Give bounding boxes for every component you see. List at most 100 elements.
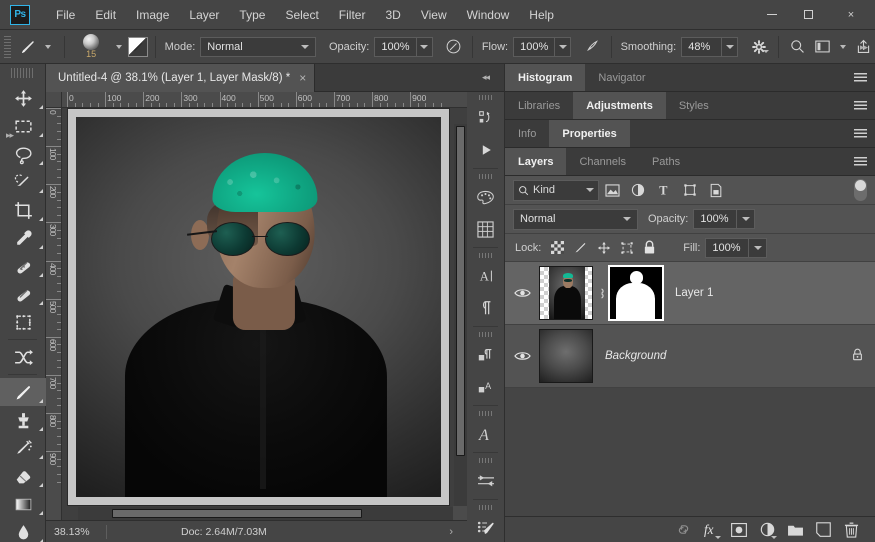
lock-all-icon[interactable] bbox=[638, 238, 661, 258]
tab-histogram[interactable]: Histogram bbox=[505, 64, 586, 91]
layer-opacity-input[interactable]: 100% bbox=[693, 209, 738, 229]
scrollbar-thumb[interactable] bbox=[456, 126, 465, 456]
brush-settings-panel-icon[interactable] bbox=[127, 36, 148, 57]
delete-layer-button[interactable] bbox=[837, 518, 865, 542]
layer-mask-thumbnail[interactable] bbox=[608, 265, 664, 321]
layer-thumbnail[interactable] bbox=[539, 266, 593, 320]
patch-tool[interactable] bbox=[0, 308, 46, 336]
opacity-dropdown-button[interactable] bbox=[416, 36, 433, 57]
lock-artboard-nesting-icon[interactable] bbox=[615, 238, 638, 258]
rail-group-grip[interactable] bbox=[467, 329, 504, 339]
add-layer-mask-button[interactable] bbox=[725, 518, 753, 542]
tools-panel-grip[interactable] bbox=[10, 68, 35, 78]
tool-preset-chevron-icon[interactable] bbox=[45, 44, 52, 49]
rail-group-grip[interactable] bbox=[467, 171, 504, 181]
workspace-chevron-icon[interactable] bbox=[839, 44, 846, 49]
options-bar-grip[interactable] bbox=[4, 35, 12, 58]
actions-icon[interactable] bbox=[467, 102, 504, 134]
new-group-button[interactable] bbox=[781, 518, 809, 542]
vertical-ruler[interactable]: 0 100 200 300 400 500 600 700 800 900 bbox=[46, 108, 62, 520]
rail-collapse-button[interactable]: ◂◂ bbox=[467, 64, 504, 92]
layer-style-button[interactable]: fx bbox=[697, 518, 725, 542]
brush-tool[interactable] bbox=[0, 378, 46, 406]
filter-enable-toggle[interactable] bbox=[854, 179, 867, 201]
ruler-corner[interactable] bbox=[46, 92, 62, 108]
current-tool-icon[interactable] bbox=[16, 35, 39, 59]
layer-opacity-dropdown-button[interactable] bbox=[737, 209, 756, 229]
paragraph-styles-icon[interactable] bbox=[467, 339, 504, 371]
link-layers-button[interactable] bbox=[669, 518, 697, 542]
menu-item-layer[interactable]: Layer bbox=[179, 4, 229, 26]
new-fill-adjustment-layer-button[interactable] bbox=[753, 518, 781, 542]
document-tab[interactable]: Untitled-4 @ 38.1% (Layer 1, Layer Mask/… bbox=[46, 64, 316, 92]
airbrush-toggle-icon[interactable] bbox=[580, 38, 603, 55]
tab-libraries[interactable]: Libraries bbox=[505, 92, 573, 119]
color-swatches-icon[interactable] bbox=[467, 181, 504, 213]
layer-row-background[interactable]: Background bbox=[505, 325, 875, 388]
horizontal-ruler[interactable]: 0 100 200 300 400 500 600 700 800 900 bbox=[62, 92, 467, 108]
flow-dropdown-button[interactable] bbox=[555, 36, 572, 57]
healing-brush-tool[interactable] bbox=[0, 280, 46, 308]
spot-healing-brush-tool[interactable] bbox=[0, 252, 46, 280]
tab-styles[interactable]: Styles bbox=[666, 92, 722, 119]
panel-menu-icon[interactable] bbox=[854, 157, 867, 167]
close-button[interactable]: × bbox=[827, 0, 875, 29]
tab-layers[interactable]: Layers bbox=[505, 148, 567, 175]
tab-navigator[interactable]: Navigator bbox=[585, 64, 658, 91]
maximize-button[interactable] bbox=[790, 0, 827, 29]
menu-item-edit[interactable]: Edit bbox=[85, 4, 126, 26]
panel-menu-icon[interactable] bbox=[854, 101, 867, 111]
adjustment-layers-filter-icon[interactable] bbox=[625, 180, 651, 201]
blur-tool[interactable] bbox=[0, 518, 46, 542]
clone-stamp-tool[interactable] bbox=[0, 406, 46, 434]
rail-group-grip[interactable] bbox=[467, 92, 504, 102]
menu-item-image[interactable]: Image bbox=[126, 4, 179, 26]
close-icon[interactable]: × bbox=[299, 72, 306, 84]
canvas-horizontal-scrollbar[interactable] bbox=[78, 507, 453, 520]
pressure-opacity-toggle-icon[interactable] bbox=[442, 38, 465, 55]
smoothing-dropdown-button[interactable] bbox=[722, 36, 739, 57]
tab-info[interactable]: Info bbox=[505, 120, 549, 147]
menu-item-window[interactable]: Window bbox=[457, 4, 520, 26]
quick-selection-tool[interactable] bbox=[0, 168, 46, 196]
shuffle-tool[interactable] bbox=[0, 343, 46, 371]
rectangular-marquee-tool[interactable] bbox=[0, 112, 46, 140]
adjustments-sliders-icon[interactable] bbox=[467, 465, 504, 497]
lock-position-icon[interactable] bbox=[592, 238, 615, 258]
lasso-tool[interactable] bbox=[0, 140, 46, 168]
tab-properties[interactable]: Properties bbox=[549, 120, 630, 147]
layer-mask-link-icon[interactable] bbox=[593, 286, 609, 301]
layer-fill-input[interactable]: 100% bbox=[705, 237, 750, 258]
workspace-switcher-icon[interactable] bbox=[810, 39, 833, 54]
tab-channels[interactable]: Channels bbox=[566, 148, 638, 175]
flow-input[interactable]: 100% bbox=[513, 36, 556, 57]
smoothing-options-gear-icon[interactable] bbox=[747, 39, 770, 55]
history-brush-tool[interactable] bbox=[0, 434, 46, 462]
rail-group-grip[interactable] bbox=[467, 250, 504, 260]
rail-group-grip[interactable] bbox=[467, 502, 504, 512]
filter-kind-select[interactable]: Kind bbox=[513, 179, 599, 201]
menu-item-select[interactable]: Select bbox=[275, 4, 328, 26]
minimize-button[interactable] bbox=[753, 0, 790, 29]
panels-collapse-button[interactable]: ▸▸ bbox=[860, 42, 868, 53]
tab-paths[interactable]: Paths bbox=[639, 148, 693, 175]
search-icon[interactable] bbox=[785, 38, 810, 55]
pixel-layers-filter-icon[interactable] bbox=[599, 180, 625, 201]
smoothing-input[interactable]: 48% bbox=[681, 36, 723, 57]
layer-name[interactable]: Layer 1 bbox=[675, 287, 713, 299]
lock-transparent-pixels-icon[interactable] bbox=[546, 238, 569, 258]
layer-name[interactable]: Background bbox=[605, 350, 666, 362]
layer-fill-dropdown-button[interactable] bbox=[749, 237, 768, 258]
menu-item-file[interactable]: File bbox=[46, 4, 85, 26]
gradient-tool[interactable] bbox=[0, 490, 46, 518]
menu-item-filter[interactable]: Filter bbox=[329, 4, 376, 26]
brush-preset-picker[interactable]: 15 bbox=[72, 32, 110, 62]
play-icon[interactable] bbox=[467, 134, 504, 166]
eyedropper-tool[interactable] bbox=[0, 224, 46, 252]
grid-icon[interactable] bbox=[467, 213, 504, 245]
opacity-input[interactable]: 100% bbox=[374, 36, 417, 57]
menu-item-help[interactable]: Help bbox=[519, 4, 564, 26]
menu-item-3d[interactable]: 3D bbox=[375, 4, 410, 26]
panel-menu-icon[interactable] bbox=[854, 73, 867, 83]
menu-item-type[interactable]: Type bbox=[229, 4, 275, 26]
